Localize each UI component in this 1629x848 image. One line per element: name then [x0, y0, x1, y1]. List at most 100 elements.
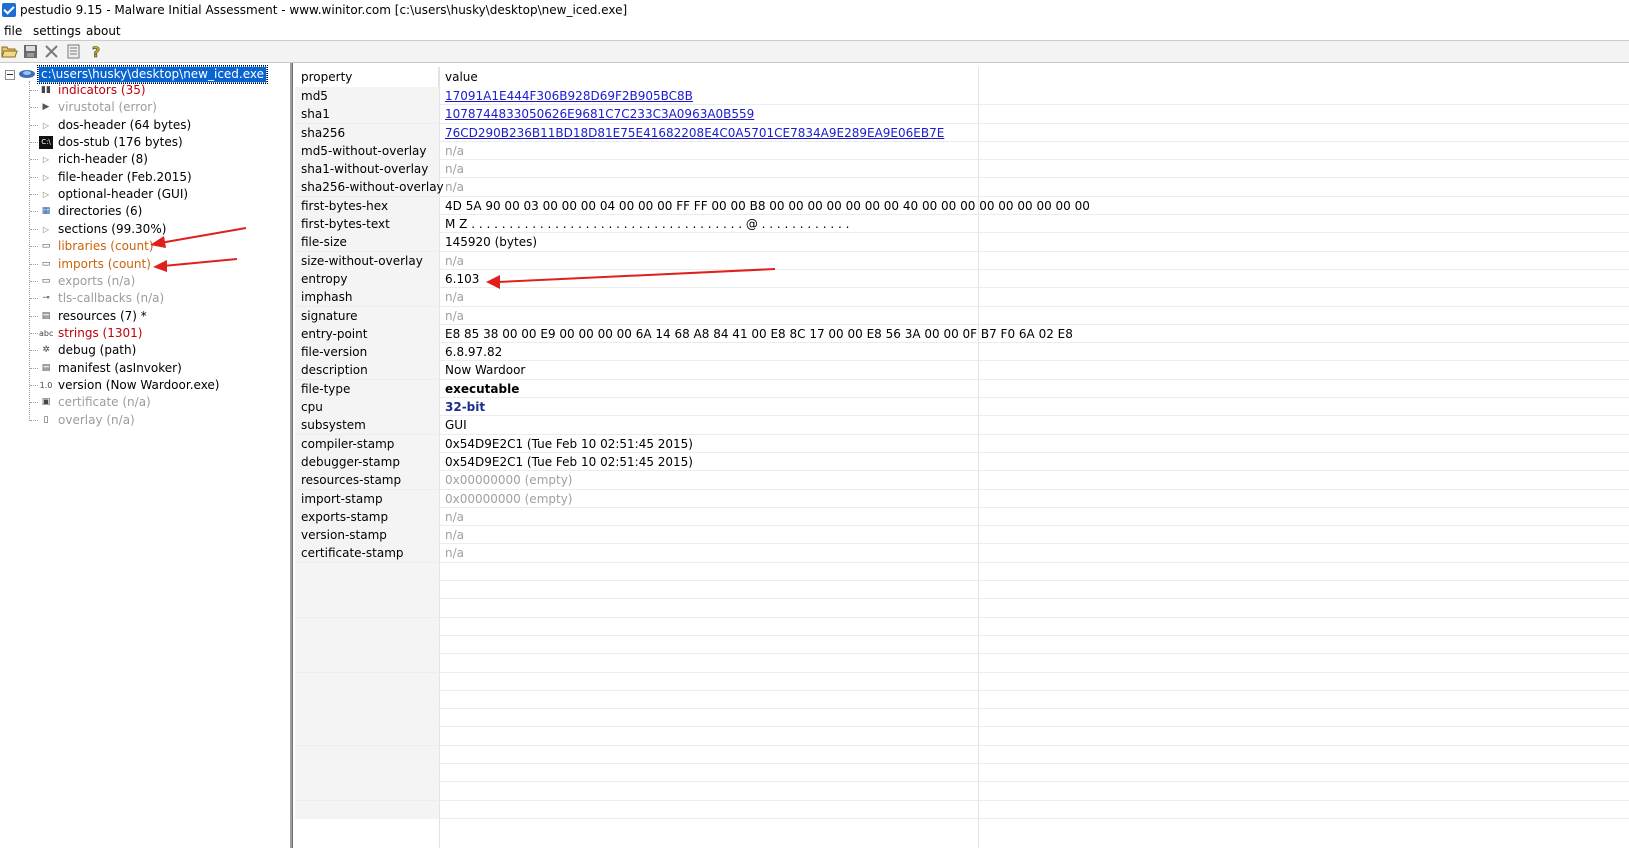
tree-item[interactable]: ⊸ tls-callbacks (n/a) [0, 290, 290, 307]
menu-settings[interactable]: settings [33, 24, 81, 38]
empty-cell [295, 782, 439, 801]
tree-item[interactable]: ▮▮ indicators (35) [0, 82, 290, 99]
value-cell[interactable]: 76CD290B236B11BD18D81E75E41682208E4C0A57… [445, 124, 944, 142]
table-row[interactable]: signature n/a [295, 306, 1629, 325]
table-row[interactable]: entry-point E8 85 38 00 00 E9 00 00 00 00… [295, 324, 1629, 344]
table-row[interactable]: sha1-without-overlay n/a [295, 160, 1629, 179]
tree-item[interactable]: ▷ dos-header (64 bytes) [0, 117, 290, 134]
tree-item[interactable]: 1.0 version (Now Wardoor.exe) [0, 377, 290, 394]
value-cell[interactable]: 1078744833050626E9681C7C233C3A0963A0B559 [445, 105, 754, 123]
tree-item[interactable]: ▷ optional-header (GUI) [0, 186, 290, 203]
table-row[interactable]: certificate-stamp n/a [295, 544, 1629, 563]
property-cell: sha256-without-overlay [295, 178, 444, 197]
properties-grid: property value md5 17091A1E444F306B928D69… [292, 63, 1629, 848]
property-cell: import-stamp [295, 489, 439, 508]
value-cell: 0x00000000 (empty) [445, 491, 573, 506]
table-row[interactable]: subsystem GUI [295, 416, 1629, 435]
tree-connector [30, 332, 38, 334]
tree-item-label: tls-callbacks (n/a) [58, 291, 165, 306]
value-cell[interactable]: 17091A1E444F306B928D69F2B905BC8B [445, 87, 693, 105]
table-row[interactable]: sha1 1078744833050626E9681C7C233C3A0963A0… [295, 105, 1629, 124]
version-icon: 1.0 [39, 380, 53, 390]
menu-file[interactable]: file [4, 24, 22, 38]
toolbar: ? [0, 41, 1629, 63]
table-row[interactable]: md5-without-overlay n/a [295, 141, 1629, 161]
table-row[interactable]: exports-stamp n/a [295, 507, 1629, 527]
menu-about[interactable]: about [86, 24, 121, 38]
tree-item[interactable]: ▷ file-header (Feb.2015) [0, 169, 290, 186]
grid-rows: md5 17091A1E444F306B928D69F2B905BC8B sha1 1… [295, 87, 1629, 819]
table-row[interactable]: imphash n/a [295, 288, 1629, 307]
table-row[interactable]: version-stamp n/a [295, 526, 1629, 545]
value-cell: Now Wardoor [445, 363, 526, 378]
close-icon[interactable] [43, 43, 60, 60]
tree-item[interactable]: ✲ debug (path) [0, 342, 290, 359]
imports-icon: ▭ [41, 258, 51, 269]
tree-item-label: imports (count) [58, 256, 151, 271]
help-icon[interactable]: ? [88, 43, 105, 60]
tree-item[interactable]: ▦ directories (6) [0, 203, 290, 220]
list-icon[interactable] [65, 43, 82, 60]
directories-icon: ▦ [41, 206, 51, 217]
tree-item[interactable]: abc strings (1301) [0, 325, 290, 342]
tree-item[interactable]: ▷ rich-header (8) [0, 151, 290, 168]
tree-item[interactable]: ▯ overlay (n/a) [0, 412, 290, 429]
empty-cell [295, 745, 439, 764]
value-cell: n/a [445, 180, 465, 195]
tree-root[interactable]: c:\users\husky\desktop\new_iced.exe [0, 65, 290, 84]
empty-cell [295, 800, 439, 819]
tree-item[interactable]: C:\ dos-stub (176 bytes) [0, 134, 290, 151]
empty-row [295, 763, 1629, 783]
table-row[interactable]: md5 17091A1E444F306B928D69F2B905BC8B [295, 87, 1629, 106]
property-cell: entry-point [295, 324, 439, 343]
tree-item-label: indicators (35) [58, 83, 146, 97]
table-row[interactable]: import-stamp 0x00000000 (empty) [295, 489, 1629, 508]
table-row[interactable]: cpu 32-bit [295, 398, 1629, 417]
empty-cell [295, 581, 439, 600]
table-row[interactable]: sha256 76CD290B236B11BD18D81E75E41682208E… [295, 123, 1629, 142]
header-property[interactable]: property [295, 67, 439, 87]
tree-root-label[interactable]: c:\users\husky\desktop\new_iced.exe [36, 65, 269, 84]
table-row[interactable]: description Now Wardoor [295, 361, 1629, 380]
property-cell: resources-stamp [295, 471, 439, 490]
collapse-icon[interactable] [5, 70, 15, 80]
table-row[interactable]: debugger-stamp 0x54D9E2C1 (Tue Feb 10 02:… [295, 452, 1629, 472]
table-row[interactable]: resources-stamp 0x00000000 (empty) [295, 471, 1629, 490]
tree-item[interactable]: ▶ virustotal (error) [0, 99, 290, 116]
table-row[interactable]: first-bytes-hex 4D 5A 90 00 03 00 00 00 0… [295, 196, 1629, 216]
open-icon[interactable] [1, 43, 18, 60]
menu-bar: file settings about [0, 22, 1629, 41]
table-row[interactable]: file-size 145920 (bytes) [295, 233, 1629, 252]
tree-item[interactable]: ▤ manifest (asInvoker) [0, 360, 290, 377]
table-row[interactable]: file-type executable [295, 379, 1629, 399]
table-row[interactable]: first-bytes-text M Z . . . . . . . . . . … [295, 215, 1629, 234]
annotation-arrow-libraries [150, 227, 247, 248]
table-row[interactable]: file-version 6.8.97.82 [295, 343, 1629, 362]
empty-row [295, 599, 1629, 618]
property-cell: size-without-overlay [295, 251, 439, 270]
table-row[interactable]: compiler-stamp 0x54D9E2C1 (Tue Feb 10 02:… [295, 434, 1629, 453]
empty-cell [295, 672, 439, 691]
save-icon[interactable] [22, 43, 39, 60]
window-title: pestudio 9.15 - Malware Initial Assessme… [20, 3, 628, 17]
tree-item-label: overlay (n/a) [58, 412, 135, 427]
debug-icon: ✲ [42, 345, 50, 356]
tree-connector [30, 194, 38, 196]
property-cell: cpu [295, 398, 439, 417]
tree-connector [30, 246, 38, 248]
empty-cell [295, 690, 439, 709]
empty-row [295, 727, 1629, 746]
value-cell: E8 85 38 00 00 E9 00 00 00 00 6A 14 68 A… [445, 326, 1073, 341]
property-cell: description [295, 361, 439, 380]
tree-item[interactable]: ▭ exports (n/a) [0, 273, 290, 290]
value-cell: n/a [445, 253, 465, 268]
tree-item[interactable]: ▤ resources (7) * [0, 308, 290, 325]
property-cell: file-version [295, 343, 439, 362]
tree-item-label: manifest (asInvoker) [58, 360, 182, 375]
header-value[interactable]: value [439, 67, 979, 87]
property-cell: file-type [295, 379, 439, 398]
tree-item[interactable]: ▣ certificate (n/a) [0, 394, 290, 411]
table-row[interactable]: sha256-without-overlay n/a [295, 178, 1629, 197]
value-cell: n/a [445, 308, 465, 323]
value-cell: n/a [445, 528, 465, 543]
